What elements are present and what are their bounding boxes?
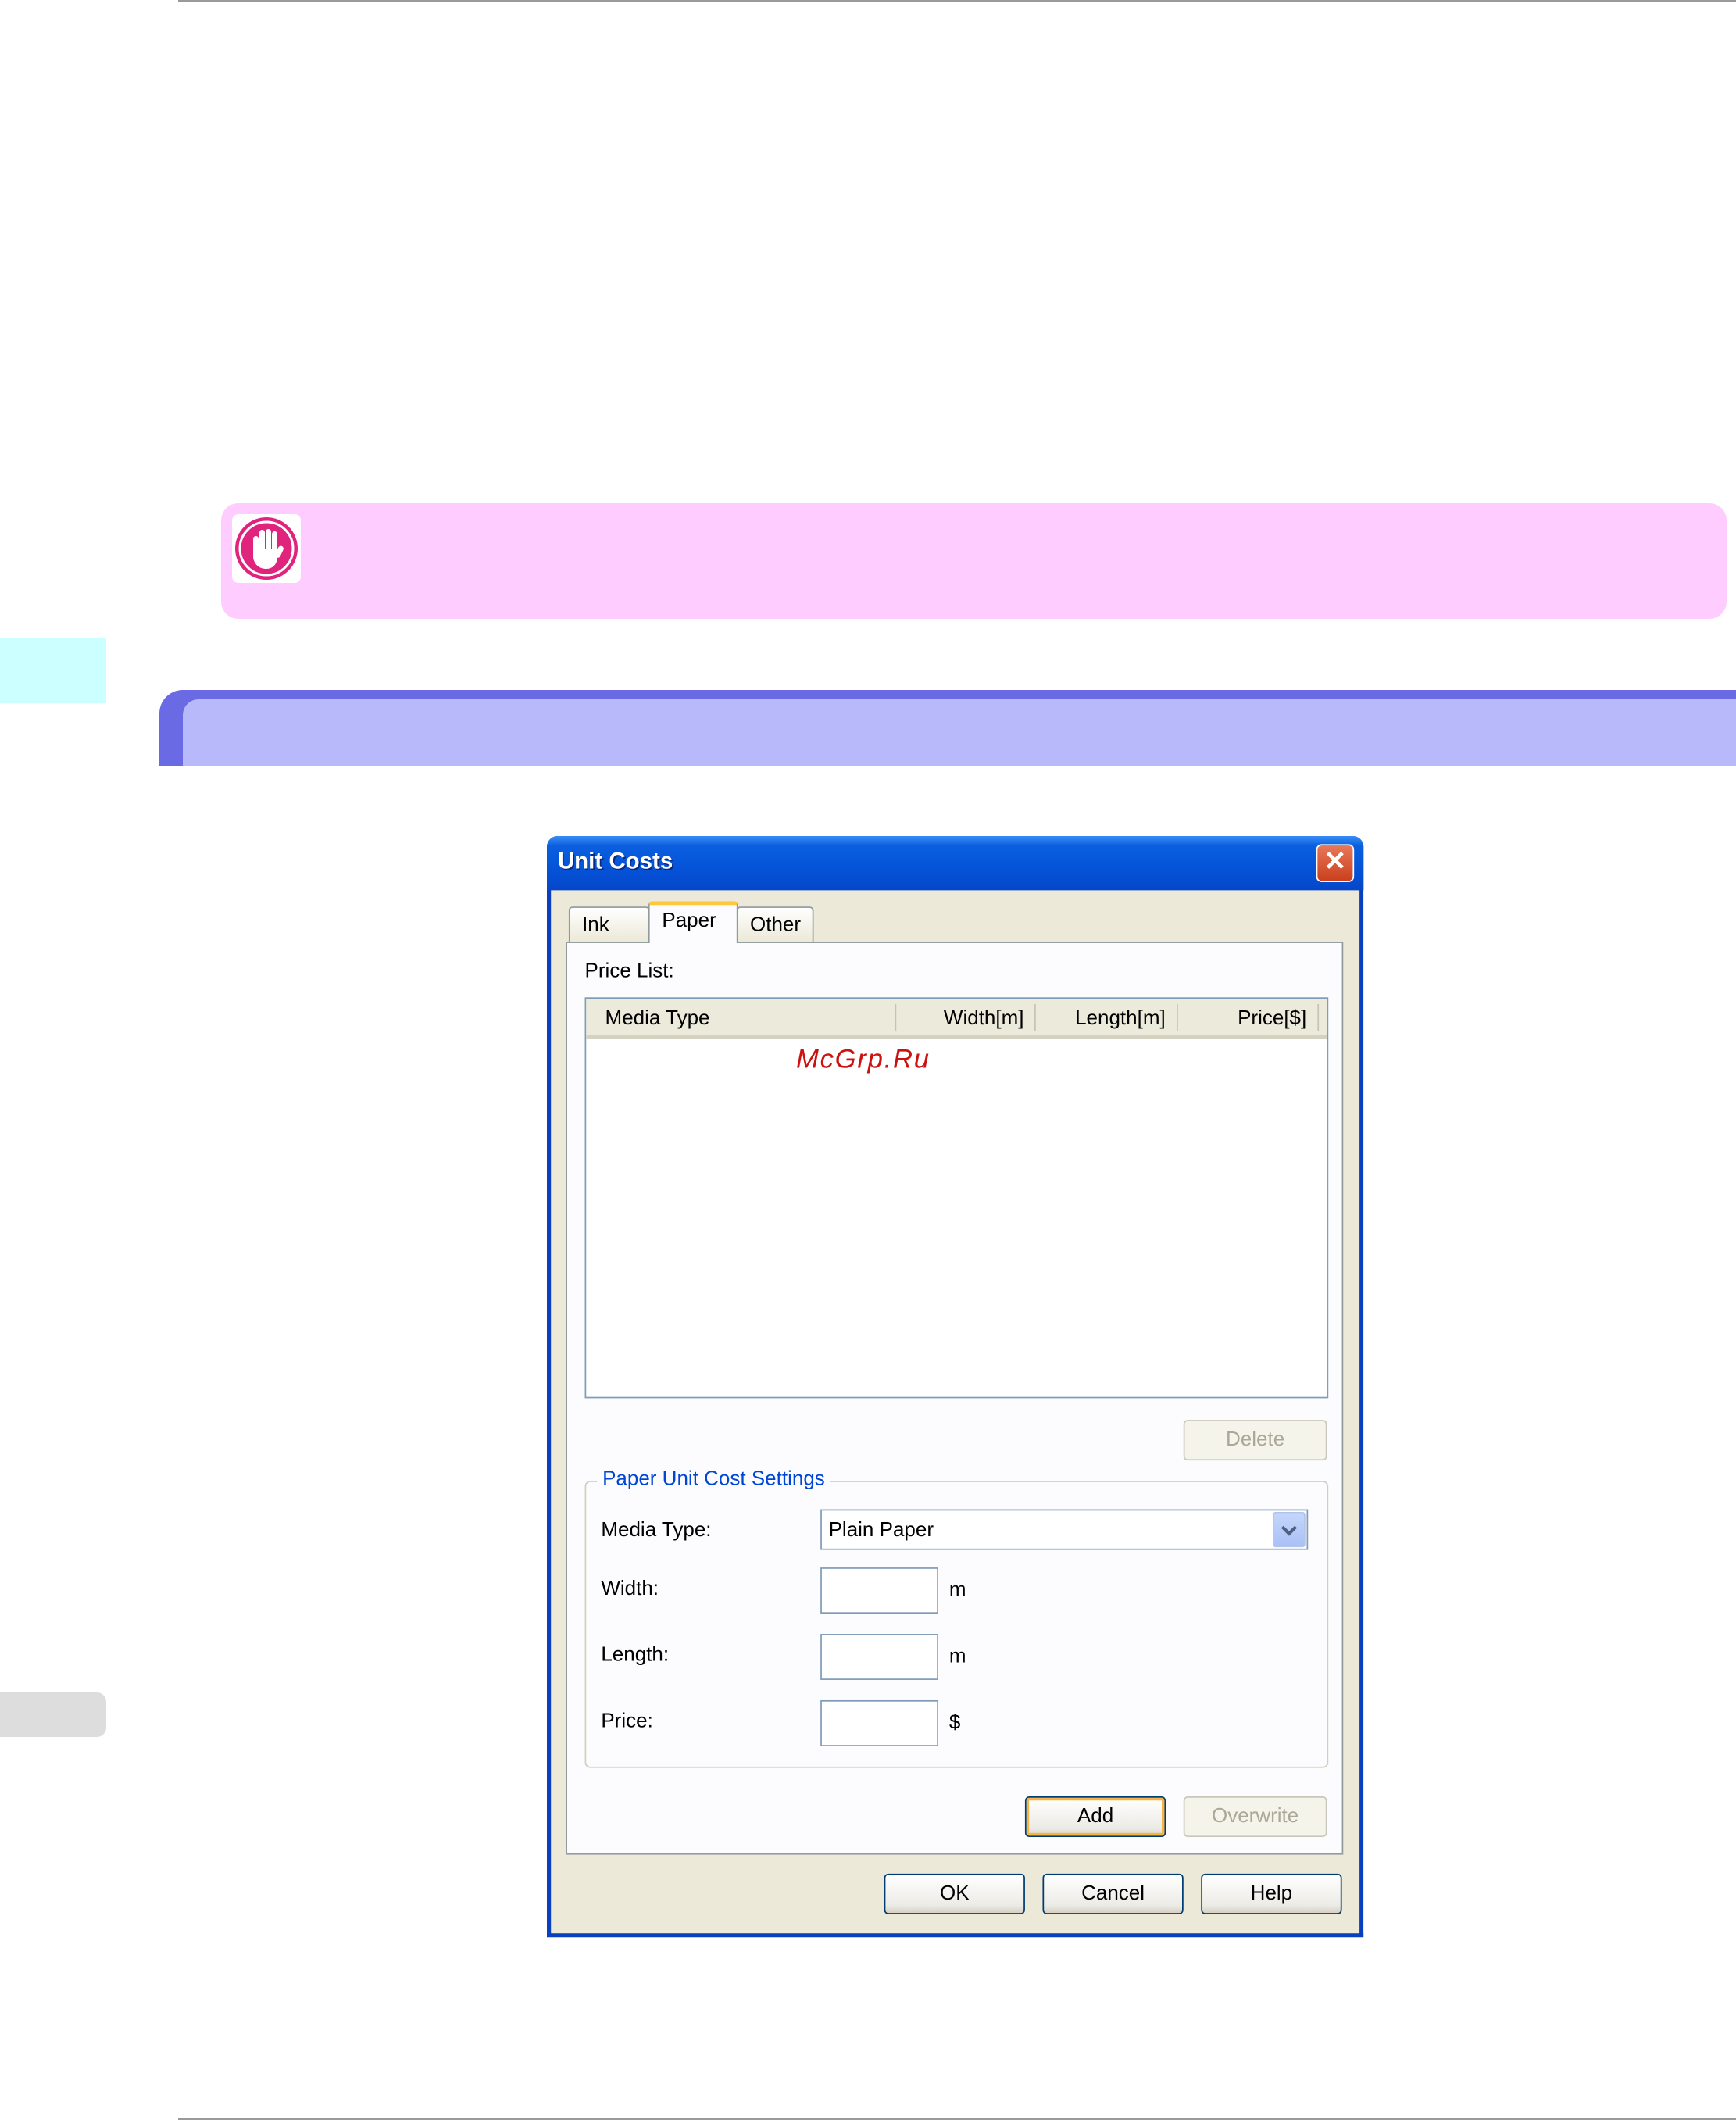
- price-unit: $: [948, 1710, 961, 1735]
- group-title: Paper Unit Cost Settings: [597, 1467, 830, 1491]
- column-price[interactable]: Price[$]: [1238, 1006, 1306, 1029]
- price-label: Price:: [601, 1710, 653, 1733]
- length-label: Length:: [601, 1643, 670, 1667]
- media-type-value: Plain Paper: [828, 1518, 934, 1542]
- tab-ink[interactable]: Ink: [568, 906, 650, 942]
- top-rule: [178, 0, 1736, 2]
- media-type-label: Media Type:: [601, 1518, 712, 1542]
- price-list-header: Media Type Width[m] Length[m] Price[$]: [586, 999, 1327, 1040]
- column-media-type[interactable]: Media Type: [605, 1006, 710, 1029]
- unit-costs-dialog: Unit Costs ✕ Ink Paper Other Price List:…: [547, 836, 1364, 1938]
- bottom-rule: [178, 2118, 1736, 2120]
- width-input[interactable]: [820, 1567, 938, 1614]
- column-separator: [1034, 1003, 1036, 1031]
- ok-button[interactable]: OK: [884, 1873, 1025, 1914]
- media-type-select[interactable]: Plain Paper: [820, 1509, 1309, 1550]
- important-note-box: [221, 503, 1727, 619]
- index-side-tab: [0, 1692, 106, 1737]
- column-separator: [1177, 1003, 1178, 1031]
- price-input[interactable]: [820, 1699, 938, 1746]
- column-length[interactable]: Length[m]: [1075, 1006, 1166, 1029]
- column-width[interactable]: Width[m]: [944, 1006, 1024, 1029]
- paper-unit-cost-settings-group: Paper Unit Cost Settings Media Type: Pla…: [584, 1467, 1329, 1768]
- price-list[interactable]: Media Type Width[m] Length[m] Price[$] M…: [584, 997, 1329, 1399]
- help-button[interactable]: Help: [1201, 1873, 1342, 1914]
- width-unit: m: [948, 1578, 966, 1602]
- paper-tab-panel: Price List: Media Type Width[m] Length[m…: [566, 942, 1344, 1855]
- cancel-button[interactable]: Cancel: [1042, 1873, 1184, 1914]
- price-list-label: Price List:: [584, 959, 674, 983]
- delete-button[interactable]: Delete: [1183, 1420, 1327, 1461]
- section-header-inner: [183, 699, 1736, 766]
- dialog-title: Unit Costs: [557, 848, 673, 874]
- chapter-side-tab: [0, 638, 106, 703]
- dialog-titlebar[interactable]: Unit Costs ✕: [547, 836, 1364, 891]
- tab-paper[interactable]: Paper: [648, 901, 738, 943]
- chevron-down-icon[interactable]: [1273, 1512, 1306, 1548]
- length-input[interactable]: [820, 1634, 938, 1680]
- tab-other[interactable]: Other: [736, 906, 814, 942]
- add-button[interactable]: Add: [1024, 1796, 1166, 1838]
- hand-stop-icon: [232, 514, 301, 583]
- close-icon[interactable]: ✕: [1316, 844, 1355, 882]
- length-unit: m: [948, 1644, 966, 1668]
- width-label: Width:: [601, 1577, 659, 1600]
- section-header-bar: [159, 690, 1736, 766]
- column-separator: [1317, 1003, 1320, 1031]
- column-separator: [895, 1003, 897, 1031]
- watermark: McGrp.Ru: [795, 1044, 931, 1075]
- overwrite-button[interactable]: Overwrite: [1183, 1796, 1327, 1838]
